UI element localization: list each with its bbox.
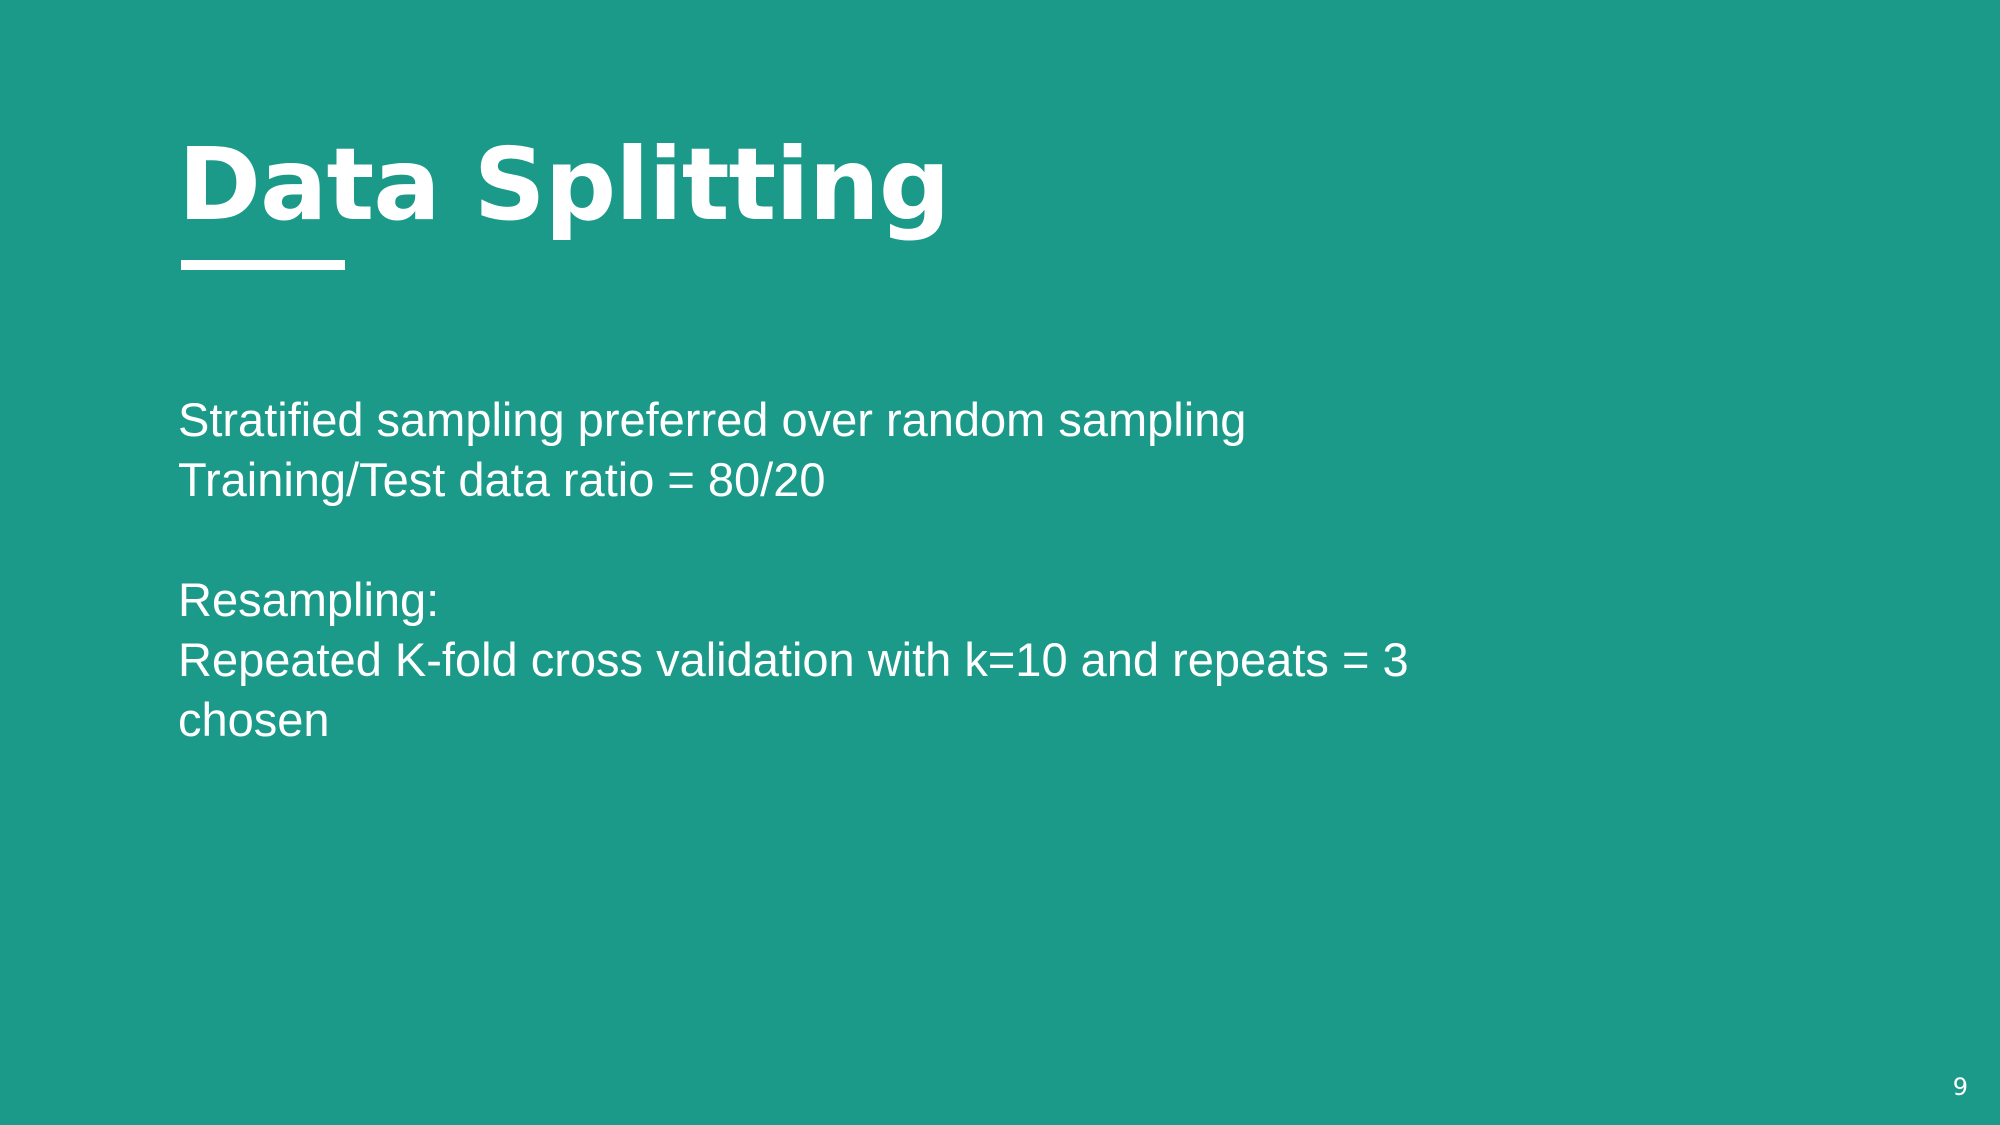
body-spacer [178,510,1778,570]
page-number: 9 [1952,1073,1968,1101]
body-line-kfold: Repeated K-fold cross validation with k=… [178,633,1409,686]
slide-title: Data Splitting [178,126,950,243]
body-line-resampling: Resampling: [178,573,440,626]
body-line-stratified: Stratified sampling preferred over rando… [178,393,1247,446]
title-underline [181,260,345,270]
body-line-chosen: chosen [178,693,330,746]
slide: Data Splitting Stratified sampling prefe… [0,0,2000,1125]
slide-body: Stratified sampling preferred over rando… [178,390,1778,750]
body-line-ratio: Training/Test data ratio = 80/20 [178,453,826,506]
